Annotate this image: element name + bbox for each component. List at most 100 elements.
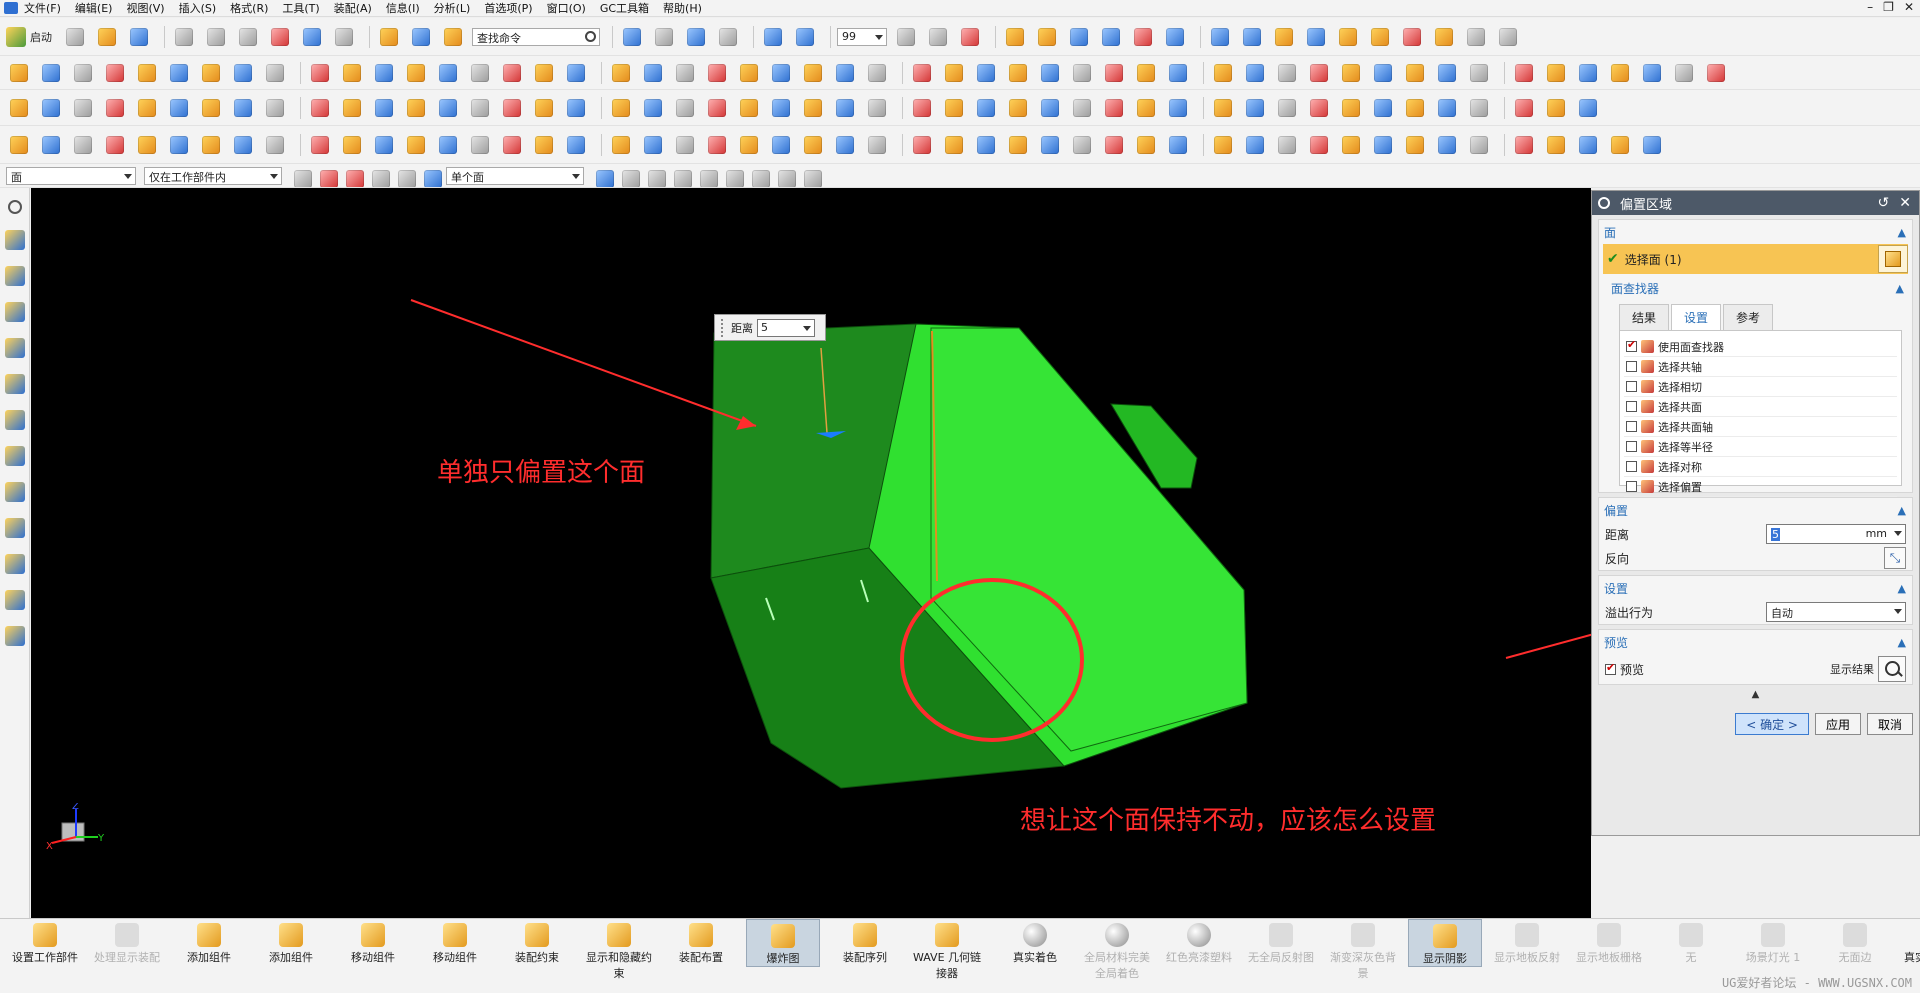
sketch-tool-1-icon[interactable] — [6, 95, 32, 121]
analysis-icon[interactable] — [1066, 24, 1092, 50]
gc-tool-3-icon[interactable] — [1271, 24, 1297, 50]
feature-tool-19-icon[interactable] — [608, 60, 634, 86]
delete-icon[interactable] — [267, 24, 293, 50]
feature-tool-46-icon[interactable] — [1511, 60, 1537, 86]
face-group-header[interactable]: 面 ▲ — [1599, 220, 1912, 244]
select-face-cube-button[interactable] — [1878, 245, 1908, 273]
sketch-tool-31-icon[interactable] — [1005, 95, 1031, 121]
curve-tool-50-icon[interactable] — [1639, 132, 1665, 158]
feature-tool-18-icon[interactable] — [563, 60, 589, 86]
view-icon[interactable] — [376, 24, 402, 50]
undo-icon[interactable] — [299, 24, 325, 50]
settings-group-header[interactable]: 设置 ▲ — [1599, 576, 1912, 600]
face-finder-checkbox[interactable] — [1626, 481, 1637, 492]
rotate-icon[interactable] — [651, 24, 677, 50]
ribbon-button[interactable]: 真实着色 — [998, 919, 1072, 965]
ribbon-button[interactable]: 显示阴影 — [1408, 919, 1482, 967]
feature-tool-47-icon[interactable] — [1543, 60, 1569, 86]
feature-tool-34-icon[interactable] — [1101, 60, 1127, 86]
selection-filter-icon[interactable] — [316, 166, 338, 187]
feature-tool-35-icon[interactable] — [1133, 60, 1159, 86]
feature-tool-40-icon[interactable] — [1306, 60, 1332, 86]
curve-tool-6-icon[interactable] — [166, 132, 192, 158]
curve-tool-12-icon[interactable] — [371, 132, 397, 158]
feature-tool-36-icon[interactable] — [1165, 60, 1191, 86]
snap-endpoint-icon[interactable] — [618, 166, 640, 187]
curve-tool-5-icon[interactable] — [134, 132, 160, 158]
gc-tool-5-icon[interactable] — [1335, 24, 1361, 50]
sketch-tool-27-icon[interactable] — [864, 95, 890, 121]
ribbon-button[interactable]: 场景灯光 1 — [1736, 919, 1810, 965]
feature-tool-22-icon[interactable] — [704, 60, 730, 86]
feature-tool-17-icon[interactable] — [531, 60, 557, 86]
system-materials-icon[interactable] — [5, 482, 25, 502]
cancel-button[interactable]: 取消 — [1866, 713, 1913, 735]
command-search-input[interactable]: 查找命令 — [472, 27, 600, 46]
sketch-tool-28-icon[interactable] — [909, 95, 935, 121]
ribbon-button[interactable]: 移动组件 — [336, 919, 410, 965]
sketch-tool-24-icon[interactable] — [768, 95, 794, 121]
face-finder-item[interactable]: 选择相切 — [1624, 377, 1897, 397]
distance-popup[interactable]: 距离 5 — [714, 314, 826, 341]
overflow-behavior-select[interactable]: 自动 — [1766, 602, 1906, 622]
select-face-row[interactable]: ✔ 选择面 (1) — [1603, 244, 1908, 274]
face-finder-item[interactable]: 选择共面 — [1624, 397, 1897, 417]
curve-tool-10-icon[interactable] — [307, 132, 333, 158]
sketch-tool-3-icon[interactable] — [70, 95, 96, 121]
reset-icon[interactable]: ↺ — [1878, 195, 1890, 211]
sketch-tool-7-icon[interactable] — [198, 95, 224, 121]
copy-icon[interactable] — [203, 24, 229, 50]
feature-tool-37-icon[interactable] — [1210, 60, 1236, 86]
new-file-icon[interactable] — [62, 24, 88, 50]
snap-point-icon[interactable] — [342, 166, 364, 187]
sketch-tool-6-icon[interactable] — [166, 95, 192, 121]
sketch-tool-37-icon[interactable] — [1210, 95, 1236, 121]
curve-tool-30-icon[interactable] — [973, 132, 999, 158]
roles-icon[interactable] — [5, 590, 25, 610]
curve-tool-11-icon[interactable] — [339, 132, 365, 158]
curve-tool-21-icon[interactable] — [672, 132, 698, 158]
feature-tool-16-icon[interactable] — [499, 60, 525, 86]
curve-tool-35-icon[interactable] — [1133, 132, 1159, 158]
curve-tool-9-icon[interactable] — [262, 132, 288, 158]
offset-group-header[interactable]: 偏置 ▲ — [1599, 498, 1912, 522]
curve-tool-27-icon[interactable] — [864, 132, 890, 158]
sketch-tool-4-icon[interactable] — [102, 95, 128, 121]
curve-tool-19-icon[interactable] — [608, 132, 634, 158]
menu-item[interactable]: 装配(A) — [334, 0, 372, 16]
feature-tool-10-icon[interactable] — [307, 60, 333, 86]
feature-tool-27-icon[interactable] — [864, 60, 890, 86]
sketch-tool-13-icon[interactable] — [403, 95, 429, 121]
snap-center-icon[interactable] — [722, 166, 744, 187]
feature-tool-33-icon[interactable] — [1069, 60, 1095, 86]
sketch-tool-16-icon[interactable] — [499, 95, 525, 121]
sketch-tool-15-icon[interactable] — [467, 95, 493, 121]
sketch-tool-2-icon[interactable] — [38, 95, 64, 121]
feature-tool-12-icon[interactable] — [371, 60, 397, 86]
gc-tool-4-icon[interactable] — [1303, 24, 1329, 50]
preview-checkbox[interactable] — [1605, 661, 1616, 675]
sketch-tool-11-icon[interactable] — [339, 95, 365, 121]
feature-tool-4-icon[interactable] — [102, 60, 128, 86]
restore-icon[interactable]: ❐ — [1883, 0, 1894, 14]
face-finder-checkbox[interactable] — [1626, 338, 1637, 352]
menu-item[interactable]: 工具(T) — [282, 0, 319, 16]
menu-item[interactable]: 分析(L) — [434, 0, 471, 16]
snap-view-icon[interactable] — [792, 24, 818, 50]
curve-tool-47-icon[interactable] — [1543, 132, 1569, 158]
sketch-tool-20-icon[interactable] — [640, 95, 666, 121]
show-result-magnifier-button[interactable] — [1878, 656, 1906, 682]
tab-reference[interactable]: 参考 — [1723, 304, 1774, 330]
curve-tool-2-icon[interactable] — [38, 132, 64, 158]
sketch-tool-21-icon[interactable] — [672, 95, 698, 121]
selection-scope-select[interactable]: 仅在工作部件内 — [144, 166, 282, 185]
curve-tool-7-icon[interactable] — [198, 132, 224, 158]
snap-midpoint-icon[interactable] — [644, 166, 666, 187]
sketch-tool-44-icon[interactable] — [1434, 95, 1460, 121]
ribbon-button[interactable]: 显示和隐藏约束 — [582, 919, 656, 981]
feature-tool-6-icon[interactable] — [166, 60, 192, 86]
wcs-icon[interactable] — [957, 24, 983, 50]
reverse-direction-button[interactable]: ⤡ — [1884, 547, 1906, 569]
curve-tool-13-icon[interactable] — [403, 132, 429, 158]
sketch-tool-45-icon[interactable] — [1466, 95, 1492, 121]
